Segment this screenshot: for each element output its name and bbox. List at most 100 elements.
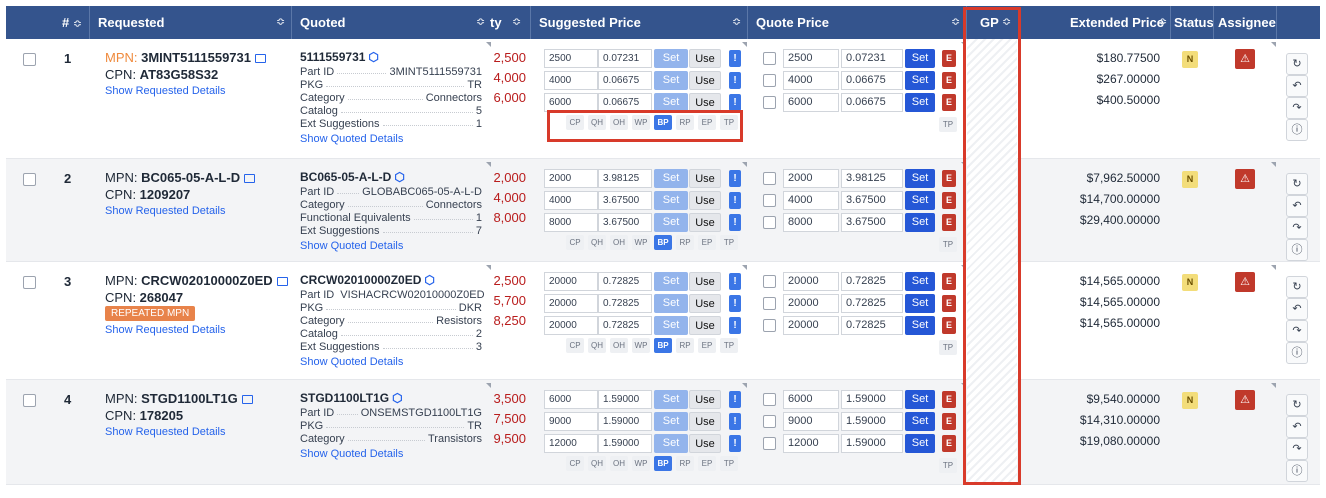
info-icon[interactable]: ⓘ [1286,342,1308,364]
alert-button[interactable]: ! [729,413,741,430]
source-tag-wp[interactable]: WP [632,456,650,471]
quote-line-checkbox[interactable] [763,319,776,332]
quote-price-input[interactable]: 3.67500 [841,213,903,232]
quote-line-checkbox[interactable] [763,393,776,406]
refresh-icon[interactable]: ↻ [1286,173,1308,195]
suggested-use-button[interactable]: Use [689,49,721,68]
source-tag-tp[interactable]: TP [720,456,738,471]
source-tag-cp[interactable]: CP [566,456,584,471]
warning-icon[interactable]: ⚠ [1235,390,1255,410]
quote-line-checkbox[interactable] [763,172,776,185]
source-tag-tp[interactable]: TP [939,237,957,252]
edit-button[interactable]: E [942,94,956,111]
quote-price-input[interactable]: 0.72825 [841,294,903,313]
source-tag-cp[interactable]: CP [566,235,584,250]
redo-icon[interactable]: ↷ [1286,320,1308,342]
quote-qty-input[interactable]: 4000 [783,191,839,210]
quote-qty-input[interactable]: 9000 [783,412,839,431]
info-icon[interactable]: ⓘ [1286,239,1308,261]
row-checkbox[interactable] [23,173,36,186]
col-requested-header[interactable]: Requested [98,6,164,39]
alert-button[interactable]: ! [729,317,741,334]
folder-icon[interactable] [276,277,288,286]
source-tag-bp[interactable]: BP [654,235,672,250]
source-tag-bp[interactable]: BP [654,338,672,353]
source-tag-tp[interactable]: TP [939,117,957,132]
info-icon[interactable]: ⓘ [1286,460,1308,482]
redo-icon[interactable]: ↷ [1286,97,1308,119]
cube-icon[interactable]: ⬡ [392,391,402,405]
suggested-set-button[interactable]: Set [654,294,688,313]
sort-icon[interactable]: ≎ [276,6,285,39]
source-tag-rp[interactable]: RP [676,235,694,250]
quote-qty-input[interactable]: 2000 [783,169,839,188]
status-badge[interactable]: N [1182,171,1198,188]
source-tag-rp[interactable]: RP [676,456,694,471]
cube-icon[interactable]: ⬡ [394,170,404,184]
suggested-use-button[interactable]: Use [689,294,721,313]
sort-icon[interactable]: ≎ [1158,6,1167,39]
row-checkbox[interactable] [23,276,36,289]
refresh-icon[interactable]: ↻ [1286,276,1308,298]
quote-line-checkbox[interactable] [763,275,776,288]
quote-qty-input[interactable]: 12000 [783,434,839,453]
sort-icon[interactable]: ≎ [951,6,960,39]
edit-button[interactable]: E [942,72,956,89]
refresh-icon[interactable]: ↻ [1286,53,1308,75]
col-quote-price-header[interactable]: Quote Price [756,6,829,39]
refresh-icon[interactable]: ↻ [1286,394,1308,416]
suggested-set-button[interactable]: Set [654,272,688,291]
source-tag-oh[interactable]: OH [610,456,628,471]
quote-line-checkbox[interactable] [763,194,776,207]
sort-icon[interactable]: ≎ [476,6,485,39]
edit-button[interactable]: E [942,317,956,334]
history-icon[interactable]: ↶ [1286,195,1308,217]
quote-set-button[interactable]: Set [905,390,935,409]
sort-icon[interactable]: ≎ [73,18,82,30]
alert-button[interactable]: ! [729,435,741,452]
suggested-set-button[interactable]: Set [654,71,688,90]
col-assignee-header[interactable]: Assignee [1218,6,1276,39]
source-tag-qh[interactable]: QH [588,456,606,471]
quote-price-input[interactable]: 1.59000 [841,434,903,453]
show-quoted-details-link[interactable]: Show Quoted Details [300,356,403,368]
source-tag-tp[interactable]: TP [939,340,957,355]
quote-set-button[interactable]: Set [905,272,935,291]
edit-button[interactable]: E [942,214,956,231]
show-requested-details-link[interactable]: Show Requested Details [105,426,225,438]
warning-icon[interactable]: ⚠ [1235,49,1255,69]
suggested-use-button[interactable]: Use [689,316,721,335]
source-tag-tp[interactable]: TP [720,235,738,250]
alert-button[interactable]: ! [729,170,741,187]
show-quoted-details-link[interactable]: Show Quoted Details [300,133,403,145]
quote-price-input[interactable]: 0.72825 [841,316,903,335]
quote-qty-input[interactable]: 2500 [783,49,839,68]
source-tag-ep[interactable]: EP [698,456,716,471]
alert-button[interactable]: ! [729,72,741,89]
status-badge[interactable]: N [1182,51,1198,68]
source-tag-oh[interactable]: OH [610,338,628,353]
quote-set-button[interactable]: Set [905,434,935,453]
suggested-set-button[interactable]: Set [654,49,688,68]
history-icon[interactable]: ↶ [1286,416,1308,438]
alert-button[interactable]: ! [729,94,741,111]
source-tag-oh[interactable]: OH [610,235,628,250]
folder-icon[interactable] [241,395,253,404]
alert-button[interactable]: ! [729,214,741,231]
suggested-use-button[interactable]: Use [689,390,721,409]
source-tag-ep[interactable]: EP [698,235,716,250]
warning-icon[interactable]: ⚠ [1235,272,1255,292]
warning-icon[interactable]: ⚠ [1235,169,1255,189]
quote-qty-input[interactable]: 20000 [783,294,839,313]
folder-icon[interactable] [244,174,256,183]
quote-line-checkbox[interactable] [763,415,776,428]
quote-set-button[interactable]: Set [905,213,935,232]
suggested-set-button[interactable]: Set [654,191,688,210]
suggested-use-button[interactable]: Use [689,169,721,188]
quote-set-button[interactable]: Set [905,93,935,112]
col-extended-header[interactable]: Extended Price [1070,6,1164,39]
quote-line-checkbox[interactable] [763,96,776,109]
show-quoted-details-link[interactable]: Show Quoted Details [300,240,403,252]
redo-icon[interactable]: ↷ [1286,438,1308,460]
suggested-set-button[interactable]: Set [654,390,688,409]
